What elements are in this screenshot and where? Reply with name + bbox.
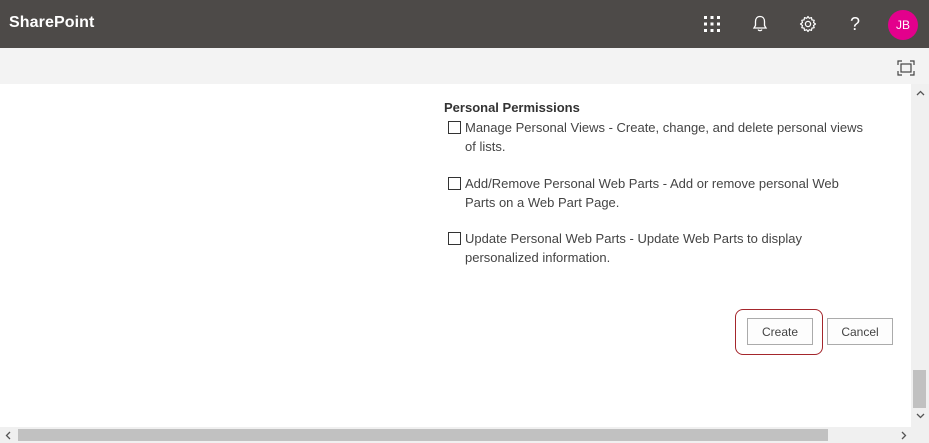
app-title[interactable]: SharePoint [9,14,94,32]
gear-icon[interactable] [796,12,820,36]
add-remove-personal-web-parts-checkbox[interactable] [448,177,461,190]
separator: - [604,120,617,135]
separator: - [659,176,670,191]
scroll-left-icon[interactable] [2,429,14,441]
command-bar [0,48,929,84]
permission-name: Update Personal Web Parts [465,231,626,246]
app-launcher-icon[interactable] [700,12,724,36]
avatar[interactable]: JB [888,10,918,40]
permission-item-manage-personal-views: Manage Personal Views - Create, change, … [448,118,868,156]
section-heading: Personal Permissions [444,100,580,115]
cancel-button[interactable]: Cancel [827,318,893,345]
horizontal-scroll-thumb[interactable] [18,429,828,441]
permission-item-update-personal-web-parts: Update Personal Web Parts - Update Web P… [448,229,868,267]
help-glyph: ? [849,13,860,34]
scroll-down-icon[interactable] [914,410,926,422]
permission-item-add-remove-personal-web-parts: Add/Remove Personal Web Parts - Add or r… [448,174,868,212]
help-icon[interactable]: ? [843,12,867,36]
create-button[interactable]: Create [747,318,813,345]
suite-bar: SharePoint ? JB [0,0,929,48]
scrollbar-corner [911,427,929,443]
vertical-scroll-thumb[interactable] [913,370,926,408]
manage-personal-views-checkbox[interactable] [448,121,461,134]
bell-icon[interactable] [748,12,772,36]
update-personal-web-parts-checkbox[interactable] [448,232,461,245]
focus-mode-icon[interactable] [897,60,915,76]
avatar-initials: JB [895,18,910,32]
scroll-up-icon[interactable] [914,87,926,99]
scroll-right-icon[interactable] [898,429,910,441]
permission-name: Add/Remove Personal Web Parts [465,176,660,191]
permission-name: Manage Personal Views [465,120,605,135]
separator: - [625,231,638,246]
